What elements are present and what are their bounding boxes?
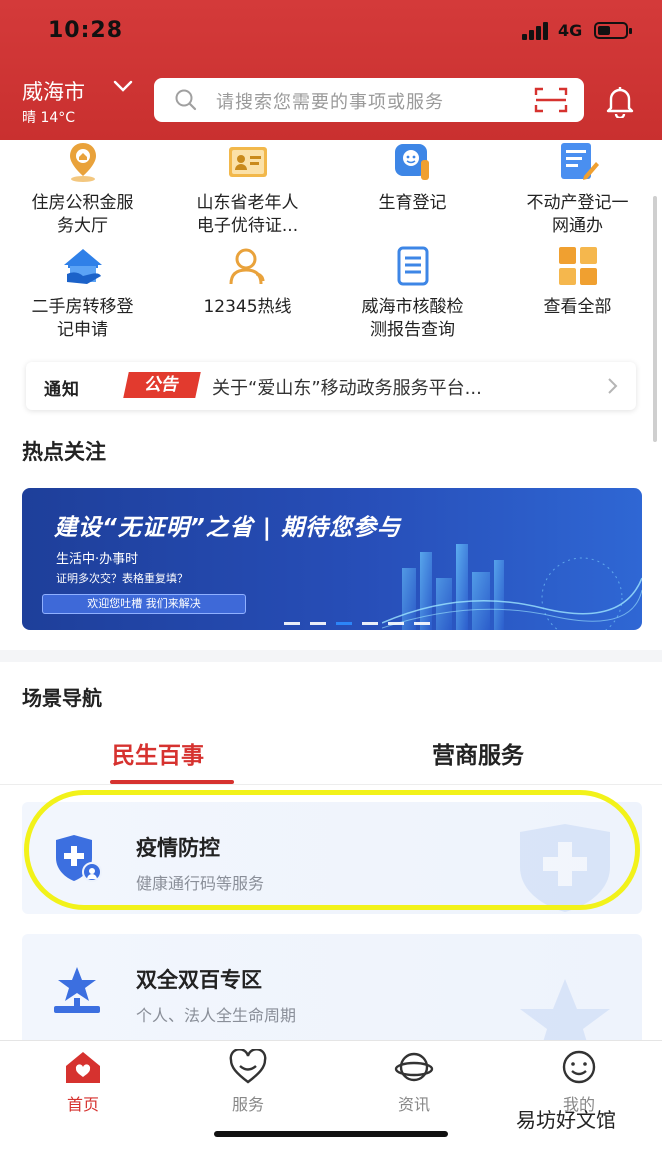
service-label: 不动产登记一 bbox=[526, 193, 629, 213]
service-hotline[interactable]: 12345热线 bbox=[165, 244, 330, 319]
service-house-transfer[interactable]: 二手房转移登 记申请 bbox=[0, 244, 165, 342]
main-content: 住房公积金服 务大厅 山东省老年人 电子优待证... 生育登记 不动产登记一 网… bbox=[0, 140, 662, 1046]
scene-section-title: 场景导航 bbox=[22, 686, 102, 710]
nav-news[interactable]: 资讯 bbox=[374, 1049, 454, 1115]
service-label: 务大厅 bbox=[57, 216, 108, 236]
senior-card-icon bbox=[228, 147, 267, 177]
city-selector[interactable]: 威海市 bbox=[22, 76, 85, 106]
search-icon bbox=[175, 89, 197, 111]
service-label: 电子优待证... bbox=[196, 216, 299, 236]
service-view-all[interactable]: 查看全部 bbox=[495, 244, 660, 319]
star-person-icon bbox=[54, 967, 100, 1013]
birth-registration-icon bbox=[394, 144, 429, 180]
nav-label: 资讯 bbox=[397, 1095, 430, 1114]
notice-text: 关于“爱山东”移动政务服务平台... bbox=[212, 378, 482, 399]
nav-label: 服务 bbox=[231, 1095, 264, 1114]
home-icon bbox=[66, 1052, 100, 1083]
star-watermark-icon bbox=[520, 979, 610, 1046]
test-report-icon bbox=[397, 246, 428, 286]
service-label: 二手房转移登 bbox=[31, 297, 134, 317]
service-label: 威海市核酸检 bbox=[361, 297, 464, 317]
heart-icon bbox=[229, 1048, 267, 1084]
scene-card-subtitle: 个人、法人全生命周期 bbox=[136, 1006, 297, 1025]
tab-livelihood[interactable]: 民生百事 bbox=[112, 736, 204, 770]
service-label: 查看全部 bbox=[543, 297, 612, 317]
bell-icon[interactable] bbox=[604, 84, 636, 118]
hotline-icon bbox=[229, 248, 264, 285]
section-divider bbox=[0, 650, 662, 662]
status-time: 10:28 bbox=[48, 18, 124, 43]
notice-bar[interactable]: 通知 公告 关于“爱山东”移动政务服务平台... bbox=[26, 362, 636, 410]
banner-button[interactable]: 欢迎您吐槽 我们来解决 bbox=[42, 594, 246, 614]
service-label: 记申请 bbox=[57, 320, 108, 340]
shield-plus-icon bbox=[56, 835, 102, 882]
news-planet-icon bbox=[394, 1052, 434, 1082]
real-estate-icon bbox=[560, 143, 599, 180]
nav-home[interactable]: 首页 bbox=[43, 1049, 123, 1115]
chevron-right-icon bbox=[608, 378, 618, 394]
signal-icon bbox=[522, 22, 550, 40]
chevron-down-icon[interactable] bbox=[112, 78, 134, 94]
battery-icon bbox=[594, 22, 632, 39]
tab-business[interactable]: 营商服务 bbox=[432, 736, 524, 770]
service-label: 住房公积金服 bbox=[31, 193, 134, 213]
smile-icon bbox=[562, 1050, 596, 1084]
scene-card-title: 双全双百专区 bbox=[136, 968, 262, 992]
home-indicator[interactable] bbox=[214, 1131, 448, 1137]
watermark-text: 易坊好文馆 bbox=[516, 1108, 616, 1132]
network-type: 4G bbox=[558, 21, 583, 40]
banner-title: 建设“无证明”之省 | 期待您参与 bbox=[54, 515, 402, 541]
city-skyline-illustration bbox=[382, 544, 642, 630]
scrollbar[interactable] bbox=[653, 196, 657, 442]
nav-label: 首页 bbox=[66, 1095, 99, 1114]
service-label: 生育登记 bbox=[378, 193, 447, 213]
service-label: 网通办 bbox=[552, 216, 603, 236]
carousel-indicator bbox=[284, 610, 440, 625]
view-all-icon bbox=[558, 247, 597, 285]
weather-text: 晴 14°C bbox=[22, 110, 76, 126]
service-birth-registration[interactable]: 生育登记 bbox=[330, 140, 495, 215]
housing-fund-icon bbox=[69, 143, 96, 182]
scan-icon[interactable] bbox=[534, 86, 568, 114]
hot-section-title: 热点关注 bbox=[22, 440, 106, 464]
service-label: 12345热线 bbox=[203, 297, 292, 317]
tab-divider bbox=[0, 784, 662, 785]
search-input[interactable]: 请搜索您需要的事项或服务 bbox=[154, 78, 584, 122]
banner-question: 证明多次交？表格重复填？ bbox=[56, 572, 188, 585]
nav-services[interactable]: 服务 bbox=[208, 1048, 288, 1115]
notice-tag: 通知 bbox=[44, 380, 80, 400]
hot-banner[interactable]: 建设“无证明”之省 | 期待您参与 生活中·办事时 证明多次交？表格重复填？ 欢… bbox=[22, 488, 642, 630]
house-transfer-icon bbox=[63, 249, 102, 284]
status-bar: 10:28 4G bbox=[0, 0, 662, 62]
banner-subtitle: 生活中·办事时 bbox=[56, 552, 139, 567]
service-real-estate[interactable]: 不动产登记一 网通办 bbox=[495, 140, 660, 238]
scene-card-title: 疫情防控 bbox=[136, 836, 220, 860]
scene-card-epidemic[interactable]: 疫情防控 健康通行码等服务 bbox=[22, 802, 642, 914]
scene-card-subtitle: 健康通行码等服务 bbox=[136, 874, 265, 893]
service-senior-card[interactable]: 山东省老年人 电子优待证... bbox=[165, 140, 330, 238]
search-placeholder: 请搜索您需要的事项或服务 bbox=[216, 92, 444, 113]
announcement-tag: 公告 bbox=[123, 372, 201, 398]
app-header: 10:28 4G 威海市 晴 14°C 请搜索您需要的事项或服务 bbox=[0, 0, 662, 140]
service-label: 测报告查询 bbox=[370, 320, 455, 340]
service-label: 山东省老年人 bbox=[196, 193, 299, 213]
scene-card-dual-full[interactable]: 双全双百专区 个人、法人全生命周期 bbox=[22, 934, 642, 1046]
shield-watermark-icon bbox=[520, 824, 610, 912]
service-housing-fund[interactable]: 住房公积金服 务大厅 bbox=[0, 140, 165, 238]
service-test-report[interactable]: 威海市核酸检 测报告查询 bbox=[330, 244, 495, 342]
